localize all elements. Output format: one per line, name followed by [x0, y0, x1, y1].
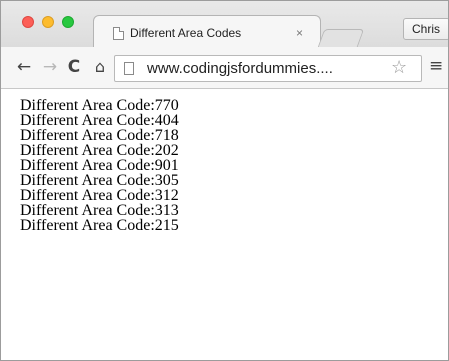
- tab-close-icon[interactable]: ×: [296, 26, 303, 40]
- area-code-line: Different Area Code:770: [20, 97, 179, 114]
- back-arrow-icon[interactable]: ←: [13, 56, 35, 78]
- hamburger-menu-icon[interactable]: ≡: [429, 56, 443, 76]
- reload-icon[interactable]: C: [63, 56, 85, 78]
- area-code-line: Different Area Code:312: [20, 187, 179, 204]
- tab-strip: Different Area Codes × Chris: [1, 1, 448, 48]
- window-minimize-button[interactable]: [42, 16, 54, 28]
- page-icon: [124, 62, 134, 75]
- area-code-line: Different Area Code:305: [20, 172, 179, 189]
- area-code-line: Different Area Code:901: [20, 157, 179, 174]
- tab-title: Different Area Codes: [130, 26, 242, 40]
- navigation-toolbar: ← → C ⌂ www.codingjsfordummies.... ☆ ≡: [1, 47, 448, 89]
- profile-button[interactable]: Chris: [403, 18, 448, 40]
- area-code-line: Different Area Code:202: [20, 142, 179, 159]
- area-code-line: Different Area Code:718: [20, 127, 179, 144]
- page-content: Different Area Code:770 Different Area C…: [1, 90, 448, 360]
- browser-window: Different Area Codes × Chris ← → C ⌂ www…: [0, 0, 449, 361]
- tab-content: Different Area Codes: [101, 18, 311, 48]
- address-bar[interactable]: www.codingjsfordummies.... ☆: [114, 55, 422, 82]
- window-maximize-button[interactable]: [62, 16, 74, 28]
- window-close-button[interactable]: [22, 16, 34, 28]
- area-code-line: Different Area Code:215: [20, 217, 179, 234]
- area-code-line: Different Area Code:313: [20, 202, 179, 219]
- home-icon[interactable]: ⌂: [89, 56, 111, 78]
- page-icon: [113, 26, 124, 40]
- forward-arrow-icon[interactable]: →: [39, 56, 61, 78]
- bookmark-star-icon[interactable]: ☆: [391, 57, 407, 78]
- area-code-line: Different Area Code:404: [20, 112, 179, 129]
- new-tab-button[interactable]: [317, 29, 365, 47]
- url-text[interactable]: www.codingjsfordummies....: [147, 60, 333, 77]
